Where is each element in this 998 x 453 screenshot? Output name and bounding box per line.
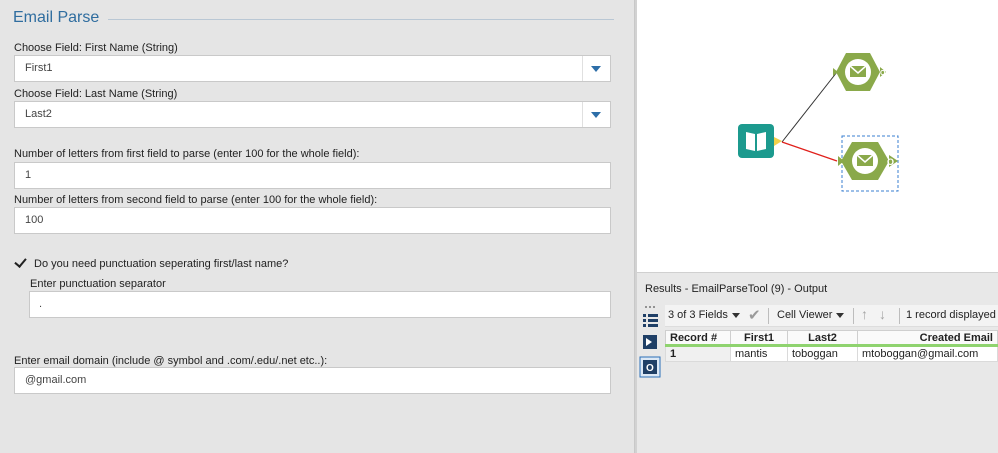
svg-text:O: O [646,363,654,374]
domain-value: @gmail.com [25,374,87,386]
column-header-created-email[interactable]: Created Email [857,330,998,347]
table-header-row: Record # First1 Last2 Created Email [665,330,998,347]
separator-label: Enter punctuation separator [30,278,166,290]
sort-up-icon[interactable]: ↑ [861,306,868,322]
output-anchor-icon[interactable]: O [639,356,661,378]
email-parse-tool-icon[interactable]: O [833,53,886,91]
chevron-down-icon[interactable] [582,56,610,81]
results-sidebar: O [637,301,663,453]
second-letters-value: 100 [25,214,44,226]
first-name-field-select[interactable]: First1 [14,55,611,82]
chevron-down-icon[interactable] [582,102,610,127]
configuration-panel: Email Parse Choose Field: First Name (St… [0,0,634,453]
results-title: Results - EmailParseTool (9) - Output [645,283,828,295]
toolbar-divider [899,308,900,324]
email-parse-tool-selected-icon[interactable]: O [838,142,898,180]
first-name-field-label: Choose Field: First Name (String) [14,42,178,54]
workflow-diagram: O O [738,53,899,192]
apply-check-icon[interactable]: ✔ [748,306,761,324]
svg-text:O: O [887,157,894,167]
connection-line[interactable] [781,71,838,143]
fields-selector[interactable]: 3 of 3 Fields [668,309,740,321]
fields-selector-label: 3 of 3 Fields [668,309,728,321]
first-letters-input[interactable]: 1 [14,162,611,189]
last-name-field-label: Choose Field: Last Name (String) [14,88,178,100]
domain-input[interactable]: @gmail.com [14,367,611,394]
second-letters-label: Number of letters from second field to p… [14,194,378,206]
toolbar-divider [768,308,769,324]
connection-line-selected[interactable] [781,141,838,162]
last-name-field-select[interactable]: Last2 [14,101,611,128]
column-header-first1[interactable]: First1 [730,330,788,347]
table-cell-created-email[interactable]: mtoboggan@gmail.com [857,345,998,362]
output-anchor[interactable] [774,137,782,146]
title-divider [108,19,614,20]
separator-input[interactable]: . [29,291,611,318]
list-view-icon[interactable] [643,314,658,327]
punctuation-checkbox-label: Do you need punctuation seperating first… [34,258,289,270]
domain-label: Enter email domain (include @ symbol and… [14,355,328,367]
table-row[interactable]: 1 mantis toboggan mtoboggan@gmail.com [665,345,998,362]
chevron-down-icon [731,312,740,318]
input-anchor-icon[interactable] [643,335,657,349]
results-table: Record # First1 Last2 Created Email 1 ma… [665,330,998,362]
record-count: 1 record displayed [906,309,996,321]
svg-text:O: O [880,70,886,77]
table-cell-record[interactable]: 1 [665,345,731,362]
more-icon[interactable] [645,306,655,308]
workflow-canvas[interactable]: O O [637,0,998,272]
sort-down-icon[interactable]: ↓ [879,306,886,322]
punctuation-checkbox[interactable] [14,256,28,270]
cell-viewer-dropdown[interactable]: Cell Viewer [777,309,845,321]
table-cell-first1[interactable]: mantis [730,345,788,362]
first-letters-label: Number of letters from first field to pa… [14,148,360,160]
column-header-record[interactable]: Record # [665,330,731,347]
first-name-field-value: First1 [25,62,53,74]
panel-title: Email Parse [13,9,100,26]
chevron-down-icon [836,312,845,318]
toolbar-divider [853,308,854,324]
last-name-field-value: Last2 [25,108,52,120]
results-toolbar: 3 of 3 Fields ✔ Cell Viewer ↑ ↓ 1 record… [665,305,998,327]
second-letters-input[interactable]: 100 [14,207,611,234]
cell-viewer-label: Cell Viewer [777,309,833,321]
results-sidebar-icons: O [639,306,661,378]
column-header-last2[interactable]: Last2 [787,330,858,347]
table-cell-last2[interactable]: toboggan [787,345,858,362]
first-letters-value: 1 [25,169,32,181]
results-panel: Results - EmailParseTool (9) - Output O [637,272,998,453]
input-data-tool[interactable] [738,124,782,158]
separator-value: . [39,298,43,310]
